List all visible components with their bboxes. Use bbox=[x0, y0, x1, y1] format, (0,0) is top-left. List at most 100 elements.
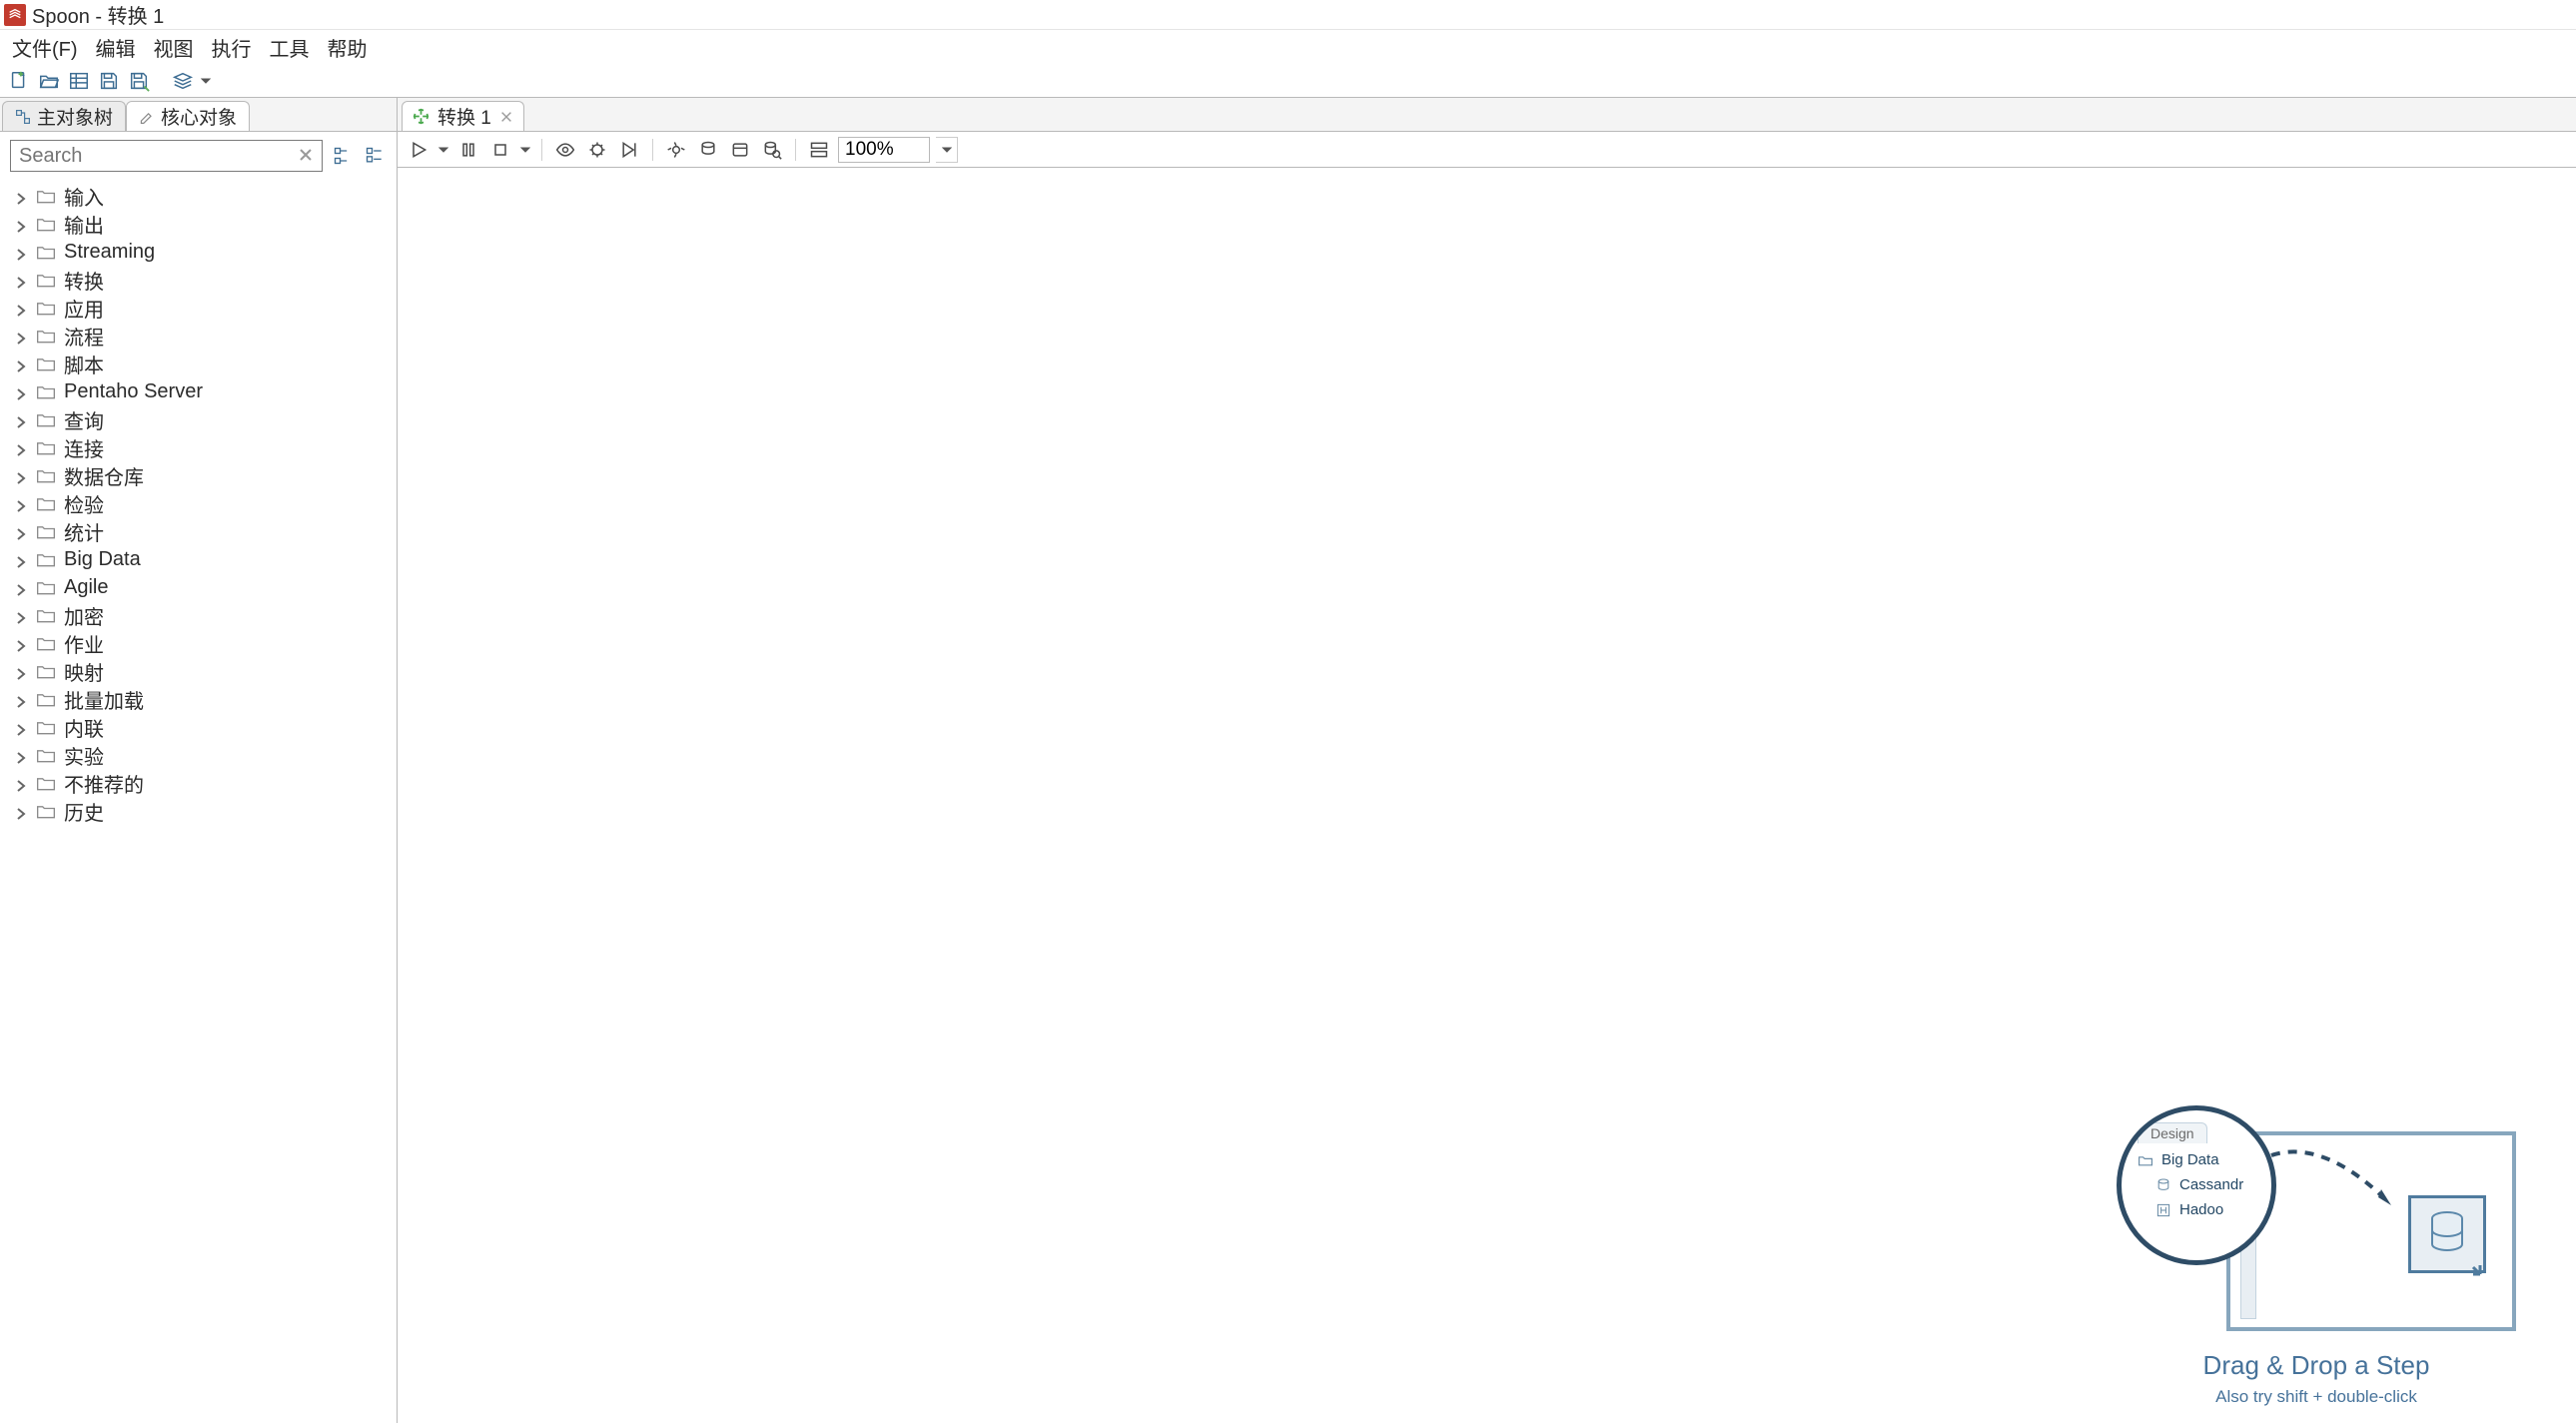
tree-item-label: 输入 bbox=[64, 182, 104, 211]
save-as-button[interactable] bbox=[126, 68, 152, 94]
tree-item[interactable]: Big Data bbox=[0, 545, 397, 573]
run-button[interactable] bbox=[406, 137, 431, 163]
chevron-right-icon bbox=[14, 189, 28, 203]
menu-run[interactable]: 执行 bbox=[204, 29, 260, 66]
tree-item[interactable]: 脚本 bbox=[0, 350, 397, 377]
tree-item[interactable]: 统计 bbox=[0, 517, 397, 545]
main-toolbar bbox=[0, 64, 2576, 98]
save-button[interactable] bbox=[96, 68, 122, 94]
chevron-right-icon bbox=[14, 468, 28, 482]
stop-dropdown[interactable] bbox=[519, 137, 531, 163]
drag-drop-hint: Design Big Data Cassandr bbox=[2117, 1085, 2516, 1415]
hint-subtitle: Also try shift + double-click bbox=[2117, 1387, 2516, 1407]
tree-item[interactable]: 查询 bbox=[0, 405, 397, 433]
perspective-button[interactable] bbox=[170, 68, 196, 94]
chevron-right-icon bbox=[14, 552, 28, 566]
tree-item[interactable]: 输入 bbox=[0, 182, 397, 210]
tree-item-label: 实验 bbox=[64, 741, 104, 770]
tree-item[interactable]: 不推荐的 bbox=[0, 769, 397, 797]
folder-icon bbox=[36, 354, 56, 373]
sql-button[interactable] bbox=[727, 137, 753, 163]
tree-item-label: 映射 bbox=[64, 657, 104, 686]
tree-item[interactable]: 数据仓库 bbox=[0, 461, 397, 489]
new-file-button[interactable] bbox=[6, 68, 32, 94]
perspective-dropdown[interactable] bbox=[200, 68, 212, 94]
tree-item-label: 历史 bbox=[64, 797, 104, 826]
menu-help[interactable]: 帮助 bbox=[320, 29, 376, 66]
tree-item-label: 查询 bbox=[64, 405, 104, 434]
editor-tab-transform-1[interactable]: 转换 1 bbox=[402, 101, 524, 131]
explore-db-button[interactable] bbox=[759, 137, 785, 163]
menu-view[interactable]: 视图 bbox=[146, 29, 202, 66]
folder-icon bbox=[2138, 1152, 2153, 1168]
preview-button[interactable] bbox=[552, 137, 578, 163]
tree-item[interactable]: 作业 bbox=[0, 629, 397, 657]
tree-item[interactable]: 批量加载 bbox=[0, 685, 397, 713]
menu-edit[interactable]: 编辑 bbox=[88, 29, 144, 66]
verify-button[interactable] bbox=[663, 137, 689, 163]
folder-icon bbox=[36, 717, 56, 737]
sidebar-tabs: 主对象树 核心对象 bbox=[0, 98, 397, 132]
tree-item[interactable]: Agile bbox=[0, 573, 397, 601]
tree-item-label: 检验 bbox=[64, 489, 104, 518]
menu-bar: 文件(F) 编辑 视图 执行 工具 帮助 bbox=[0, 30, 2576, 64]
run-dropdown[interactable] bbox=[437, 137, 449, 163]
impact-button[interactable] bbox=[695, 137, 721, 163]
search-input[interactable] bbox=[11, 143, 322, 170]
pause-button[interactable] bbox=[455, 137, 481, 163]
tree-item[interactable]: 流程 bbox=[0, 322, 397, 350]
search-field[interactable] bbox=[10, 140, 323, 172]
chevron-right-icon bbox=[14, 608, 28, 622]
close-tab-icon[interactable] bbox=[499, 110, 513, 124]
explore-button[interactable] bbox=[66, 68, 92, 94]
sidebar-tree[interactable]: 输入输出Streaming转换应用流程脚本 Pentaho Server查询连接数… bbox=[0, 178, 397, 1423]
tree-item-label: 连接 bbox=[64, 433, 104, 462]
pencil-icon bbox=[139, 109, 155, 125]
tab-main-tree[interactable]: 主对象树 bbox=[2, 101, 126, 131]
toolbar-separator bbox=[795, 139, 796, 161]
toolbar-separator bbox=[541, 139, 542, 161]
tree-item[interactable]: 内联 bbox=[0, 713, 397, 741]
collapse-all-button[interactable] bbox=[363, 144, 387, 168]
show-results-button[interactable] bbox=[806, 137, 832, 163]
tree-item-label: 应用 bbox=[64, 294, 104, 323]
folder-icon bbox=[36, 605, 56, 625]
clear-search-icon[interactable] bbox=[296, 145, 316, 165]
tree-item[interactable]: 历史 bbox=[0, 797, 397, 825]
tree-item[interactable]: 应用 bbox=[0, 294, 397, 322]
folder-icon bbox=[36, 186, 56, 206]
zoom-input[interactable] bbox=[838, 137, 930, 163]
open-file-button[interactable] bbox=[36, 68, 62, 94]
tab-main-tree-label: 主对象树 bbox=[37, 103, 113, 130]
hint-dashed-arrow-icon bbox=[2266, 1145, 2398, 1215]
hint-bigdata-label: Big Data bbox=[2161, 1151, 2219, 1168]
editor-tab-label: 转换 1 bbox=[437, 103, 491, 130]
zoom-dropdown[interactable] bbox=[936, 137, 958, 163]
tree-item[interactable]: 映射 bbox=[0, 657, 397, 685]
title-bar: Spoon - 转换 1 bbox=[0, 0, 2576, 30]
tree-item[interactable]: 实验 bbox=[0, 741, 397, 769]
design-canvas[interactable]: Design Big Data Cassandr bbox=[398, 168, 2576, 1423]
tree-item[interactable]: 加密 bbox=[0, 601, 397, 629]
expand-all-button[interactable] bbox=[331, 144, 355, 168]
tree-item-label: Streaming bbox=[64, 241, 155, 264]
chevron-right-icon bbox=[14, 273, 28, 287]
chevron-right-icon bbox=[14, 301, 28, 315]
tree-item[interactable]: 转换 bbox=[0, 266, 397, 294]
tree-item-label: Pentaho Server bbox=[64, 380, 203, 403]
tree-item[interactable]: 连接 bbox=[0, 433, 397, 461]
tree-item[interactable]: Pentaho Server bbox=[0, 377, 397, 405]
debug-button[interactable] bbox=[584, 137, 610, 163]
tree-item[interactable]: 输出 bbox=[0, 210, 397, 238]
tab-core-objects[interactable]: 核心对象 bbox=[126, 101, 250, 131]
folder-icon bbox=[36, 549, 56, 569]
menu-tools[interactable]: 工具 bbox=[262, 29, 318, 66]
chevron-right-icon bbox=[14, 804, 28, 818]
tree-item[interactable]: Streaming bbox=[0, 238, 397, 266]
tree-item[interactable]: 检验 bbox=[0, 489, 397, 517]
tree-item-label: 输出 bbox=[64, 210, 104, 239]
stop-button[interactable] bbox=[487, 137, 513, 163]
replay-button[interactable] bbox=[616, 137, 642, 163]
menu-file[interactable]: 文件(F) bbox=[4, 29, 86, 66]
chevron-right-icon bbox=[14, 440, 28, 454]
